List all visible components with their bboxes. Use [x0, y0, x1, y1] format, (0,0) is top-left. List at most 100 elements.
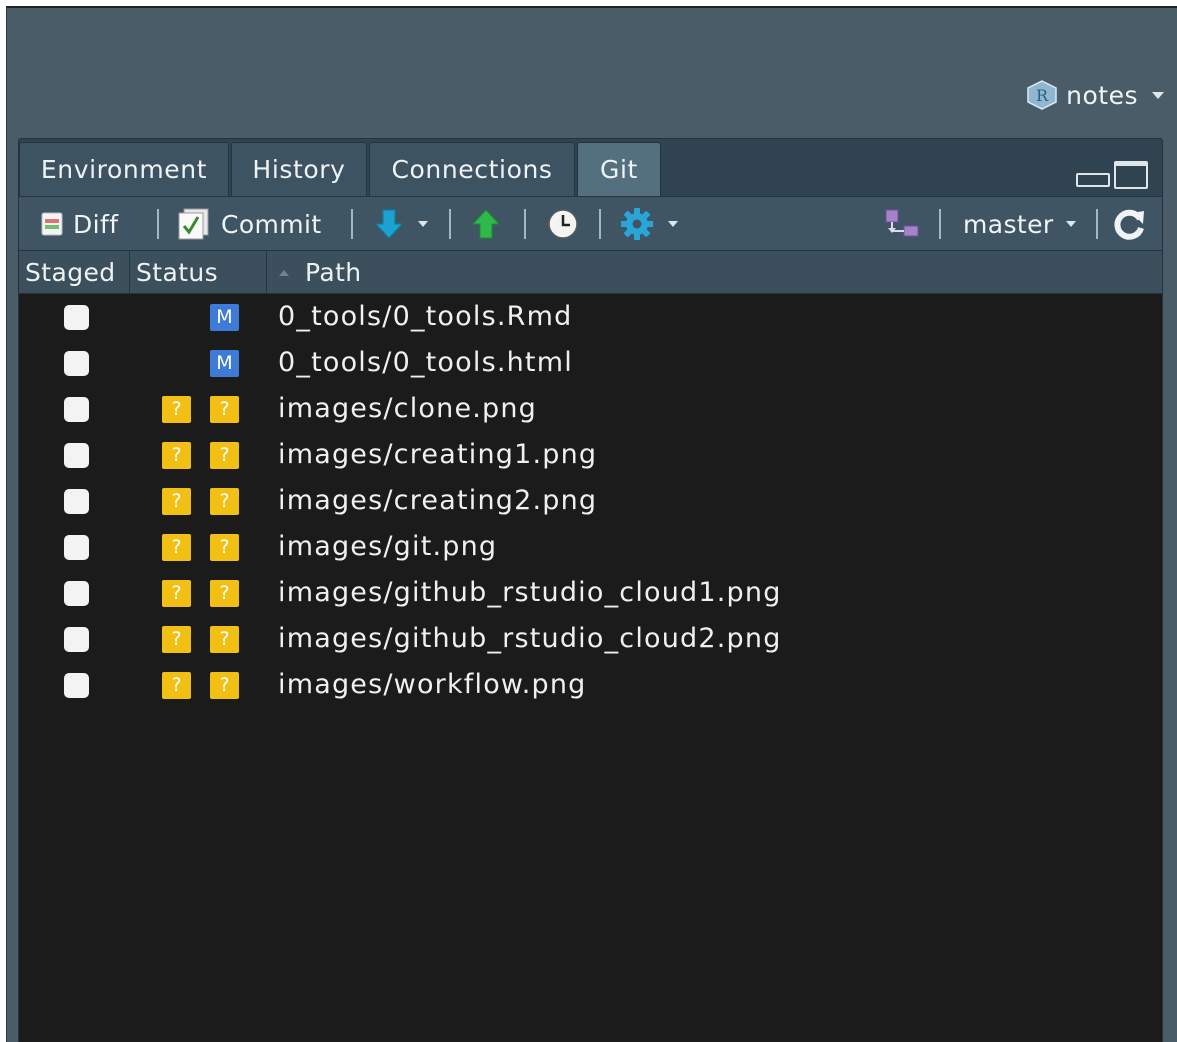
sort-ascending-icon: [279, 269, 289, 276]
untracked-status-badge: ?: [162, 488, 191, 515]
column-header-label: Staged: [25, 258, 116, 287]
untracked-status-badge: ?: [162, 396, 191, 423]
file-path: images/workflow.png: [278, 669, 587, 700]
column-header-status[interactable]: Status: [130, 251, 267, 294]
top-bar: R notes: [7, 8, 1177, 120]
file-path: images/git.png: [278, 531, 498, 562]
untracked-status-badge: ?: [210, 442, 239, 469]
file-path: 0_tools/0_tools.html: [278, 347, 573, 378]
minimize-pane-icon[interactable]: [1076, 173, 1110, 187]
file-path: 0_tools/0_tools.Rmd: [278, 301, 573, 332]
toolbar-divider: [524, 209, 526, 239]
toolbar-divider: [599, 209, 601, 239]
branch-selector[interactable]: master: [963, 197, 1076, 251]
untracked-status-badge: ?: [210, 580, 239, 607]
column-header-label: Status: [136, 258, 219, 287]
tab-connections[interactable]: Connections: [369, 142, 575, 196]
toolbar-divider: [157, 209, 159, 239]
push-button[interactable]: [471, 197, 501, 251]
more-dropdown-icon[interactable]: [668, 221, 678, 227]
staged-checkbox[interactable]: [64, 535, 89, 560]
commit-button[interactable]: Commit: [177, 197, 322, 251]
file-row[interactable]: ?? images/workflow.png: [19, 662, 1162, 708]
svg-text:R: R: [1036, 86, 1049, 105]
refresh-button[interactable]: [1113, 197, 1147, 251]
diff-icon: [41, 212, 63, 236]
file-row[interactable]: ?? images/github_rstudio_cloud2.png: [19, 616, 1162, 662]
pane-tabs: Environment History Connections Git: [19, 139, 1162, 196]
file-path: images/creating1.png: [278, 439, 598, 470]
history-button[interactable]: [547, 197, 579, 251]
file-row[interactable]: ?? images/creating1.png: [19, 432, 1162, 478]
branch-graph-button[interactable]: [884, 197, 920, 251]
more-button[interactable]: [620, 197, 678, 251]
tab-label: Connections: [391, 155, 553, 184]
file-path: images/clone.png: [278, 393, 538, 424]
column-header-staged[interactable]: Staged: [19, 251, 130, 294]
untracked-status-badge: ?: [210, 488, 239, 515]
staged-checkbox[interactable]: [64, 397, 89, 422]
gear-icon: [621, 208, 653, 240]
staged-checkbox[interactable]: [64, 627, 89, 652]
refresh-icon: [1114, 209, 1144, 240]
git-toolbar: Diff Commit master: [19, 196, 1162, 250]
branch-icon: [885, 209, 919, 237]
pull-button[interactable]: [374, 197, 428, 251]
file-row[interactable]: ?? images/git.png: [19, 524, 1162, 570]
staged-checkbox[interactable]: [64, 581, 89, 606]
untracked-status-badge: ?: [210, 672, 239, 699]
file-row[interactable]: ?? images/creating2.png: [19, 478, 1162, 524]
git-pane: Environment History Connections Git Diff: [18, 138, 1163, 1042]
toolbar-divider: [351, 209, 353, 239]
toolbar-divider: [449, 209, 451, 239]
file-row[interactable]: M 0_tools/0_tools.Rmd: [19, 294, 1162, 340]
untracked-status-badge: ?: [162, 580, 191, 607]
staged-checkbox[interactable]: [64, 673, 89, 698]
untracked-status-badge: ?: [210, 626, 239, 653]
clock-icon: [548, 209, 578, 239]
project-menu[interactable]: R notes: [1026, 80, 1164, 110]
file-row[interactable]: M 0_tools/0_tools.html: [19, 340, 1162, 386]
tab-label: Git: [600, 155, 638, 184]
file-row[interactable]: ?? images/clone.png: [19, 386, 1162, 432]
r-project-icon: R: [1026, 80, 1058, 110]
maximize-pane-icon[interactable]: [1114, 161, 1148, 189]
pane-window-controls: [1076, 161, 1148, 189]
untracked-status-badge: ?: [162, 626, 191, 653]
pull-dropdown-icon[interactable]: [418, 221, 428, 227]
tab-git[interactable]: Git: [577, 142, 661, 196]
untracked-status-badge: ?: [162, 534, 191, 561]
push-arrow-icon: [471, 209, 501, 239]
file-list-header: Staged Status Path: [19, 250, 1162, 294]
column-header-path[interactable]: Path: [267, 251, 1162, 294]
tab-environment[interactable]: Environment: [19, 142, 229, 196]
untracked-status-badge: ?: [162, 442, 191, 469]
tab-label: Environment: [40, 155, 208, 184]
tab-history[interactable]: History: [231, 142, 367, 196]
pull-arrow-icon: [374, 209, 404, 239]
untracked-status-badge: ?: [162, 672, 191, 699]
file-path: images/creating2.png: [278, 485, 598, 516]
diff-label: Diff: [73, 209, 119, 239]
staged-checkbox[interactable]: [64, 351, 89, 376]
file-path: images/github_rstudio_cloud1.png: [278, 577, 782, 608]
commit-icon: [178, 208, 209, 240]
branch-name: master: [963, 209, 1054, 239]
file-row[interactable]: ?? images/github_rstudio_cloud1.png: [19, 570, 1162, 616]
column-header-label: Path: [305, 258, 362, 287]
staged-checkbox[interactable]: [64, 443, 89, 468]
modified-status-badge: M: [210, 350, 239, 377]
staged-checkbox[interactable]: [64, 489, 89, 514]
chevron-down-icon: [1065, 221, 1076, 227]
rstudio-window: R notes Environment History Connections …: [6, 6, 1177, 1042]
file-path: images/github_rstudio_cloud2.png: [278, 623, 782, 654]
modified-status-badge: M: [210, 304, 239, 331]
toolbar-divider: [939, 209, 941, 239]
diff-button[interactable]: Diff: [41, 197, 118, 251]
untracked-status-badge: ?: [210, 534, 239, 561]
project-name: notes: [1066, 80, 1138, 110]
untracked-status-badge: ?: [210, 396, 239, 423]
staged-checkbox[interactable]: [64, 305, 89, 330]
commit-label: Commit: [221, 209, 322, 239]
toolbar-divider: [1096, 209, 1098, 239]
